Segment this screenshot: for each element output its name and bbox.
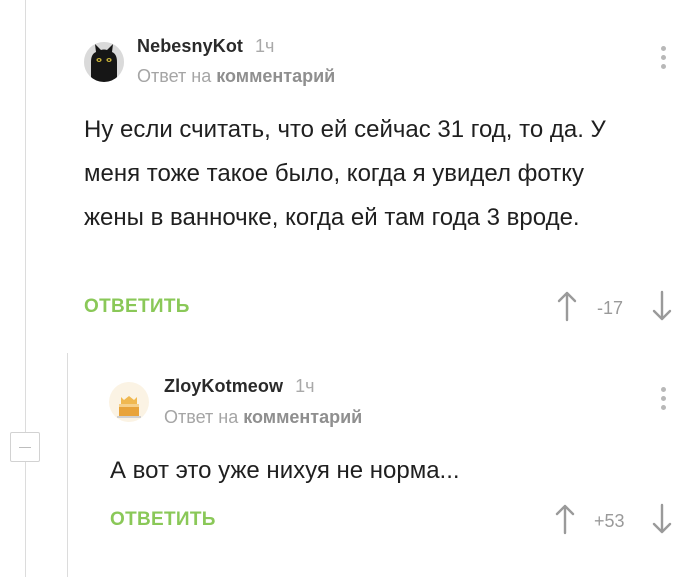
reply-to-line: Ответ на комментарий [137,66,335,87]
reply-to-prefix: Ответ на [164,407,239,427]
comment-nebesnykot: NebesnyKot 1ч Ответ на комментарий Ну ес… [0,0,700,340]
more-options-icon[interactable] [659,46,667,74]
reply-button[interactable]: ОТВЕТИТЬ [110,509,216,531]
comment-text: А вот это уже нихуя не норма... [110,457,460,484]
timestamp: 1ч [295,376,315,396]
comment-text: Ну если считать, что ей сейчас 31 год, т… [84,116,606,231]
upvote-arrow-icon[interactable] [555,290,579,322]
comment-zloykotmeow: ZloyKotmeow 1ч Ответ на комментарий А во… [0,340,700,577]
reply-to-link[interactable]: комментарий [216,66,335,86]
comment-score: +53 [594,511,625,531]
reply-to-prefix: Ответ на [137,66,212,86]
timestamp: 1ч [255,36,275,56]
upvote-arrow-icon[interactable] [553,503,577,535]
reply-to-line: Ответ на комментарий [164,407,362,428]
cake-cat-avatar-icon[interactable] [109,382,149,422]
downvote-arrow-icon[interactable] [650,290,674,322]
author-name[interactable]: NebesnyKot [137,36,243,57]
comment-header: NebesnyKot 1ч [137,36,274,57]
downvote-arrow-icon[interactable] [650,503,674,535]
black-cat-avatar-icon[interactable] [84,42,124,82]
comment-score: -17 [597,298,624,318]
reply-button[interactable]: ОТВЕТИТЬ [84,296,190,318]
reply-to-link[interactable]: комментарий [243,407,362,427]
more-options-icon[interactable] [659,387,667,415]
comment-header: ZloyKotmeow 1ч [164,376,315,397]
author-name[interactable]: ZloyKotmeow [164,376,283,397]
